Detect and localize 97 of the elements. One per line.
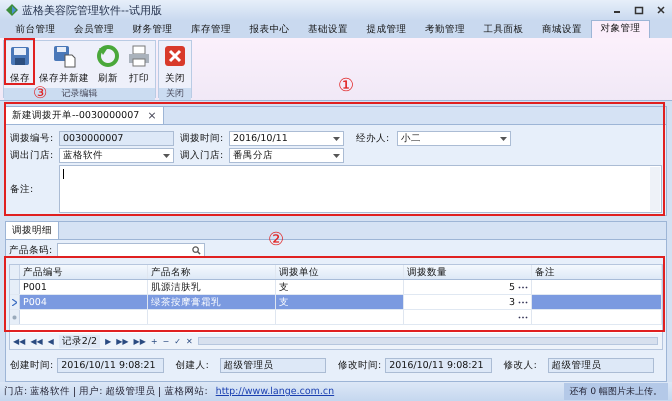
- scrollbar[interactable]: [650, 167, 660, 211]
- ribbon-button[interactable]: 打印: [124, 42, 154, 87]
- status-text: 门店: 蓝格软件: [4, 385, 70, 398]
- app-logo-icon: [6, 4, 18, 16]
- upload-status: 还有 0 幅图片未上传。: [564, 383, 668, 400]
- annotation-number: ①: [338, 78, 354, 94]
- menu-tab[interactable]: 会员管理: [64, 22, 123, 38]
- menu-tab[interactable]: 基础设置: [298, 22, 357, 38]
- annotation-number: ③: [33, 85, 48, 101]
- field-label: 创建人:: [176, 359, 210, 372]
- field-label: 调入门店:: [180, 149, 224, 162]
- column-header[interactable]: 产品编号: [20, 265, 148, 279]
- menu-tab[interactable]: 对象管理: [591, 20, 650, 38]
- website-link[interactable]: http://www.lange.com.cn: [216, 386, 334, 397]
- dropdown-arrow-icon[interactable]: [333, 136, 340, 140]
- menu-tab[interactable]: 提成管理: [357, 22, 416, 38]
- refresh-icon: [96, 44, 120, 68]
- input-field[interactable]: 0030000007: [59, 131, 174, 146]
- field-label: 创建时间:: [10, 359, 54, 372]
- field-label: 调出门店:: [10, 149, 54, 162]
- field-label: 调拨时间:: [180, 132, 224, 145]
- annotation-frame: [4, 38, 35, 85]
- table-cell: 5: [508, 282, 515, 292]
- field-label: 修改人:: [504, 359, 538, 372]
- column-header[interactable]: 调拨数量: [404, 265, 532, 279]
- status-text: 用户: 超级管理员: [79, 385, 156, 398]
- ellipsis-icon[interactable]: [518, 300, 528, 304]
- nav-button[interactable]: ▶: [105, 336, 112, 346]
- dropdown-field[interactable]: 番禺分店: [229, 148, 344, 163]
- tab-close-icon[interactable]: ×: [147, 107, 157, 124]
- search-field[interactable]: [57, 242, 205, 258]
- ribbon-button[interactable]: 刷新: [93, 42, 123, 87]
- row-indicator: [10, 265, 20, 279]
- table-cell: 支: [279, 280, 289, 294]
- ellipsis-icon[interactable]: [518, 316, 528, 318]
- field-label: 备注:: [10, 182, 34, 196]
- menu-tab[interactable]: 考勤管理: [416, 22, 474, 38]
- close-icon: [163, 44, 187, 68]
- table-cell: 支: [279, 296, 289, 308]
- column-header[interactable]: 调拨单位: [276, 265, 404, 279]
- search-icon[interactable]: [192, 246, 201, 254]
- dropdown-field[interactable]: 2016/10/11: [229, 131, 344, 146]
- field-label: 修改时间:: [338, 359, 382, 372]
- nav-button[interactable]: ◀◀: [30, 336, 43, 346]
- dropdown-field[interactable]: 蓝格软件: [59, 148, 174, 163]
- record-counter: 记录2/2: [58, 334, 100, 348]
- table-cell: 3: [508, 296, 515, 308]
- input-field[interactable]: 超级管理员: [548, 358, 654, 373]
- ellipsis-icon[interactable]: [518, 286, 528, 288]
- menu-tab[interactable]: 库存管理: [182, 22, 240, 38]
- ribbon-group-title: 关闭: [159, 88, 191, 100]
- menu-tab[interactable]: 工具面板: [474, 22, 532, 38]
- printer-icon: [127, 44, 151, 68]
- menu-tab[interactable]: 商城设置: [532, 22, 591, 38]
- floppy-page-icon: [52, 44, 76, 68]
- status-text: 蓝格网站:: [164, 385, 208, 398]
- ribbon-button[interactable]: 关闭: [160, 42, 190, 87]
- ribbon-button[interactable]: 保存并新建: [36, 42, 92, 87]
- nav-button[interactable]: −: [162, 336, 170, 346]
- dropdown-arrow-icon[interactable]: [500, 136, 507, 140]
- nav-button[interactable]: ◀◀: [13, 336, 26, 346]
- document-tab[interactable]: 新建调拨开单--0030000007 ×: [6, 107, 164, 124]
- input-field[interactable]: 2016/10/11 9:08:21: [385, 358, 492, 373]
- nav-button[interactable]: ▶▶: [116, 336, 129, 346]
- table-cell: 绿茶按摩膏霜乳: [151, 296, 221, 308]
- input-field[interactable]: 超级管理员: [220, 358, 326, 373]
- annotation-number: ②: [268, 232, 284, 248]
- menu-tab[interactable]: 财务管理: [123, 22, 182, 38]
- detail-tab[interactable]: 调拨明细: [6, 222, 59, 239]
- close-icon[interactable]: [656, 5, 666, 15]
- table-row[interactable]: P004 绿茶按摩膏霜乳 支 3: [10, 295, 662, 310]
- field-label: 调拨编号:: [10, 132, 54, 145]
- dropdown-arrow-icon[interactable]: [163, 154, 170, 158]
- maximize-icon[interactable]: [634, 5, 644, 15]
- dropdown-arrow-icon[interactable]: [333, 154, 340, 158]
- input-field[interactable]: 2016/10/11 9:08:21: [57, 358, 164, 373]
- table-cell: P004: [23, 296, 47, 308]
- nav-button[interactable]: ✕: [186, 336, 193, 346]
- table-cell: P001: [23, 282, 47, 292]
- field-label: 产品条码:: [9, 244, 54, 256]
- dropdown-field[interactable]: 小二: [397, 131, 511, 146]
- field-label: 经办人:: [356, 132, 390, 145]
- row-indicator: [10, 280, 20, 294]
- nav-button[interactable]: +: [150, 336, 158, 346]
- menu-tab[interactable]: 前台管理: [6, 22, 64, 38]
- nav-button[interactable]: ◀: [48, 336, 54, 346]
- ribbon-button[interactable]: 保存: [5, 42, 35, 87]
- column-header[interactable]: 备注: [532, 265, 662, 279]
- current-row-icon: [12, 298, 17, 306]
- nav-button[interactable]: ▶▶: [134, 336, 146, 346]
- nav-button[interactable]: ✓: [174, 336, 181, 346]
- menu-tab[interactable]: 报表中心: [240, 22, 298, 38]
- window-title: 蓝格美容院管理软件--试用版: [22, 2, 162, 18]
- scrollbar[interactable]: [198, 337, 658, 345]
- table-cell: 肌源洁肤乳: [151, 280, 201, 294]
- column-header[interactable]: 产品名称: [148, 265, 276, 279]
- new-row-icon: [12, 314, 17, 320]
